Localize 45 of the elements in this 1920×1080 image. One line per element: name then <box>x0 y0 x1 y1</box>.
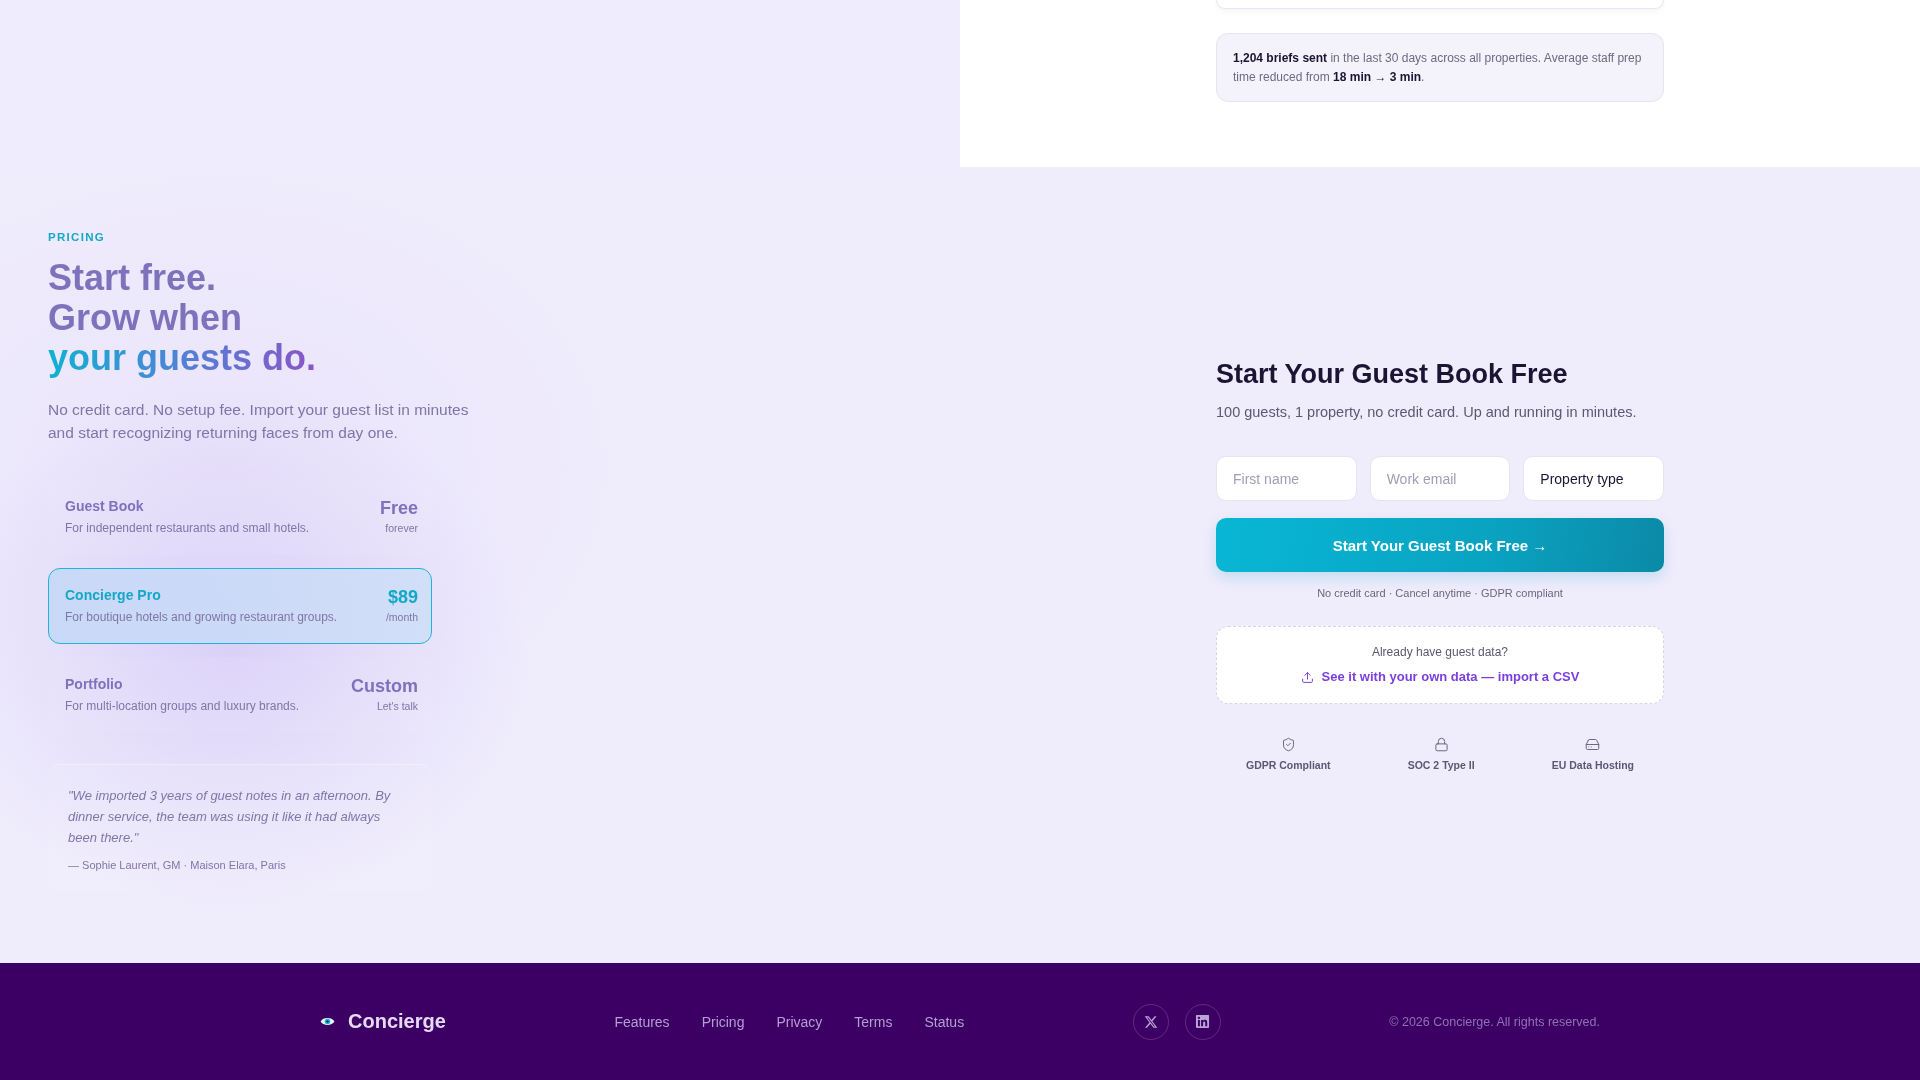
trust-label: GDPR Compliant <box>1246 759 1331 772</box>
plan-name: Guest Book <box>65 497 144 515</box>
testimonial-attribution: — Sophie Laurent, GM · Maison Elara, Paris <box>68 858 287 873</box>
plan-price: Free <box>379 497 418 519</box>
stats-note: 1,204 briefs sent in the last 30 days across all properties. Average staff prep time reduced from 18 min → 3 min. <box>1216 33 1664 102</box>
plan-price-note: /month <box>385 610 418 624</box>
padlock-icon <box>1433 737 1449 752</box>
signup-title: Start Your Guest Book Free <box>1216 358 1569 390</box>
plan-description: For independent restaurants and small hotels. <box>65 520 310 537</box>
brand-name: Concierge <box>348 1010 446 1033</box>
footer-link[interactable]: Pricing <box>701 1013 745 1030</box>
plan-price: Custom <box>351 675 418 697</box>
plan-price: $89 <box>387 586 418 608</box>
footer-link[interactable]: Terms <box>854 1013 893 1030</box>
in-logo-icon <box>1195 1014 1211 1029</box>
copyright: © 2026 Concierge. All rights reserved. <box>1389 1014 1600 1029</box>
plan-name: Portfolio <box>65 675 123 693</box>
plan-card[interactable]: Concierge Pro For boutique hotels and growing restaurant groups. $89 /month <box>48 568 432 644</box>
import-link[interactable]: See it with your own data — import a CSV <box>1300 668 1580 686</box>
testimonial-quote: "We imported 3 years of guest notes in an afternoon. By dinner service, the team was using it like it had always been there." <box>68 787 392 847</box>
trust-label: SOC 2 Type II <box>1407 759 1475 772</box>
hard-drive-icon <box>1585 737 1601 752</box>
select-field[interactable]: Property type <box>1523 456 1664 501</box>
plan-description: For boutique hotels and growing restaurant groups. <box>65 609 338 626</box>
text-input[interactable]: First name <box>1216 456 1357 501</box>
fine-print: No credit card · Cancel anytime · GDPR compliant <box>1316 586 1564 600</box>
pricing-headline: Grow when <box>48 298 242 338</box>
eye-logo-icon <box>320 1016 335 1027</box>
footer-link[interactable]: Features <box>614 1013 670 1030</box>
pricing-intro: No credit card. No setup fee. Import your guest list in minutes and start recognizing returning faces from day one. <box>48 400 470 443</box>
section-eyebrow: PRICING <box>48 230 106 244</box>
plan-description: For multi-location groups and luxury brands. <box>65 698 300 715</box>
trust-label: EU Data Hosting <box>1551 759 1634 772</box>
x-logo-icon <box>1143 1014 1158 1029</box>
import-prompt: Already have guest data? <box>1371 644 1509 660</box>
pricing-headline: Start free. <box>48 258 217 298</box>
footer-link[interactable]: Privacy <box>776 1013 823 1030</box>
plan-price-note: Let's talk <box>376 699 418 713</box>
plan-name: Concierge Pro <box>65 586 161 604</box>
shield-check-icon <box>1280 737 1296 752</box>
upload-icon <box>1300 670 1314 684</box>
text-input[interactable]: Work email <box>1369 456 1511 501</box>
signup-subtitle: 100 guests, 1 property, no credit card. Up and running in minutes. <box>1216 403 1638 422</box>
plan-price-note: forever <box>385 521 418 535</box>
footer-link[interactable]: Status <box>924 1013 965 1030</box>
